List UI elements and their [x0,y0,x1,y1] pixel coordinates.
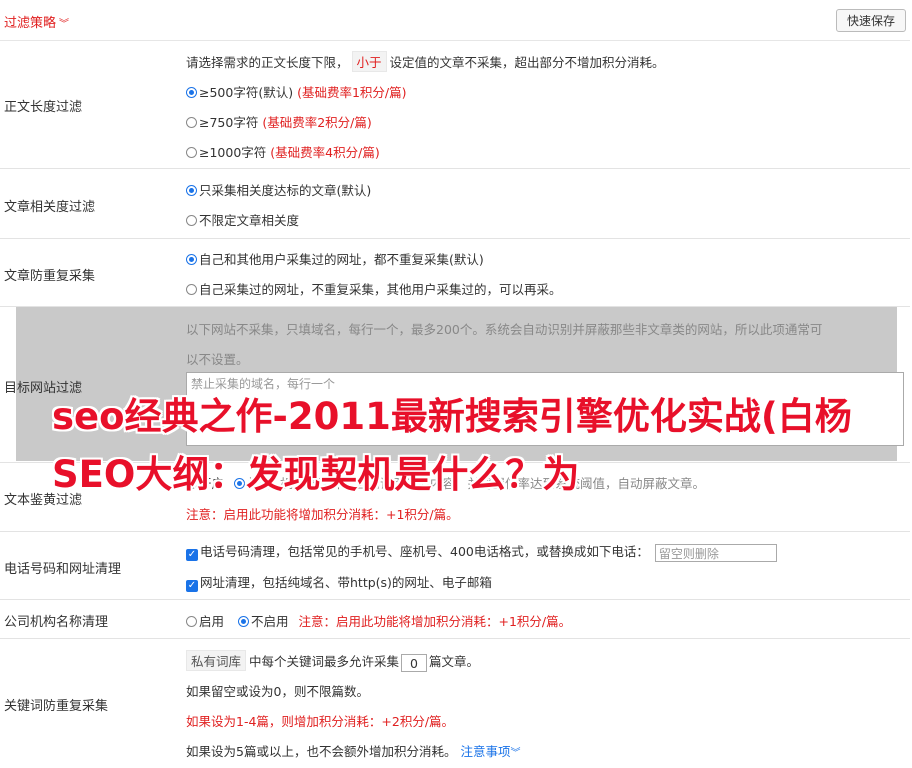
org-clean-label: 公司机构名称清理 [4,615,109,630]
option-1000-label: ≥1000字符 [199,145,267,160]
length-desc-post: 设定值的文章不采集，超出部分不增加积分消耗。 [389,55,665,70]
radio-text-check-on[interactable] [186,478,197,489]
url-clean-checkbox[interactable]: ✓ [186,580,198,592]
radio-org-clean-off[interactable] [238,616,249,627]
chevron-down-icon: ︾ [510,748,521,759]
dedupe-self-label: 自己采集过的网址，不重复采集，其他用户采集过的，可以再采。 [199,282,562,297]
replacement-phone-input[interactable]: 留空则删除 [654,543,777,562]
keyword-dedupe-line2: 如果留空或设为0，则不限篇数。 [186,684,369,699]
dedupe-all-label: 自己和其他用户采集过的网址，都不重复采集(默认) [199,252,484,267]
text-check-desc: 机器学习算法自动识别色情内容，并将置信率达到系统阈值，自动屏蔽文章。 [280,476,706,491]
option-500-note: (基础费率1积分/篇) [297,85,407,100]
dedupe-option-all[interactable]: 自己和其他用户采集过的网址，都不重复采集(默认) [186,249,484,268]
url-clean-desc: 网址清理，包括纯域名、带http(s)的网址、电子邮箱 [200,575,492,590]
max-articles-input[interactable]: 0 [401,653,428,672]
keyword-dedupe-line4: 如果设为5篇或以上，也不会额外增加积分消耗。 注意事项︾ [186,741,520,760]
phone-clean-row: 电话号码和网址清理 ✓ 电话号码清理，包括常见的手机号、座机号、400电话格式，或… [0,532,910,600]
phone-clean-checkbox[interactable]: ✓ [186,549,198,561]
radio-relevance-only[interactable] [186,185,197,196]
length-option-1000[interactable]: ≥1000字符 (基础费率4积分/篇) [186,142,380,161]
dedupe-option-self[interactable]: 自己采集过的网址，不重复采集，其他用户采集过的，可以再采。 [186,279,562,298]
radio-500[interactable] [186,87,197,98]
radio-relevance-any[interactable] [186,215,197,226]
text-check-options: 开启 关闭 机器学习算法自动识别色情内容，并将置信率达到系统阈值，自动屏蔽文章。 [186,473,705,492]
text-check-label: 文本鉴黄过滤 [4,493,83,508]
radio-dedupe-all[interactable] [186,254,197,265]
less-than-tag: 小于 [351,51,387,72]
blocked-domains-textarea[interactable]: 禁止采集的域名，每行一个 [186,372,904,446]
org-clean-off-label: 不启用 [251,614,289,629]
radio-750[interactable] [186,117,197,128]
text-check-row: 文本鉴黄过滤 开启 关闭 机器学习算法自动识别色情内容，并将置信率达到系统阈值，… [0,463,910,532]
phone-clean-desc: 电话号码清理，包括常见的手机号、座机号、400电话格式，或替换成如下电话： [200,544,649,559]
length-filter-desc: 请选择需求的正文长度下限， 小于 设定值的文章不采集，超出部分不增加积分消耗。 [186,51,665,72]
notice-link-label: 注意事项 [460,744,511,759]
phone-clean-option: ✓ 电话号码清理，包括常见的手机号、座机号、400电话格式，或替换成如下电话： 留空… [186,541,777,562]
dedupe-label: 文章防重复采集 [4,269,96,284]
url-clean-option: ✓ 网址清理，包括纯域名、带http(s)的网址、电子邮箱 [186,572,492,592]
radio-text-check-off[interactable] [234,478,245,489]
relevance-any-label: 不限定文章相关度 [199,213,300,228]
org-clean-on-label: 启用 [199,614,225,629]
text-check-on-label: 开启 [199,476,225,491]
option-1000-note: (基础费率4积分/篇) [270,145,380,160]
relevance-option-only[interactable]: 只采集相关度达标的文章(默认) [186,180,371,199]
filter-strategy-toggle[interactable]: 过滤策略 ︾ [4,12,69,31]
target-site-desc-2: 以不设置。 [186,352,249,367]
chevron-down-icon: ︾ [59,19,70,30]
quick-save-button[interactable]: 快速保存 [836,9,906,32]
filter-strategy-label: 过滤策略 [4,16,57,31]
length-option-750[interactable]: ≥750字符 (基础费率2积分/篇) [186,112,372,131]
target-site-label: 目标网站过滤 [4,381,83,396]
length-desc-pre: 请选择需求的正文长度下限， [186,55,349,70]
relevance-filter-label: 文章相关度过滤 [4,200,96,215]
phone-clean-label: 电话号码和网址清理 [4,562,122,577]
target-site-desc-1: 以下网站不采集，只填域名，每行一个，最多200个。系统会自动识别并屏蔽那些非文章… [186,322,823,337]
length-filter-row: 正文长度过滤 请选择需求的正文长度下限， 小于 设定值的文章不采集，超出部分不增加积… [0,40,910,169]
keyword-desc-pre: 中每个关键词最多允许采集 [249,654,400,669]
private-lexicon-tag[interactable]: 私有词库 [186,650,247,671]
radio-1000[interactable] [186,147,197,158]
text-check-off-label: 关闭 [247,476,273,491]
keyword-dedupe-label: 关键词防重复采集 [4,699,109,714]
keyword-line4-text: 如果设为5篇或以上，也不会额外增加积分消耗。 [186,744,457,759]
length-filter-label: 正文长度过滤 [4,100,83,115]
keyword-dedupe-row: 关键词防重复采集 私有词库 中每个关键词最多允许采集 0 篇文章。 如果留空或设为0，… [0,639,910,768]
dedupe-row: 文章防重复采集 自己和其他用户采集过的网址，都不重复采集(默认) 自己采集过的网… [0,239,910,307]
org-clean-options: 启用 不启用 注意：启用此功能将增加积分消耗：+1积分/篇。 [186,611,571,630]
notice-link[interactable]: 注意事项︾ [460,744,520,759]
org-clean-note: 注意：启用此功能将增加积分消耗：+1积分/篇。 [298,614,572,629]
radio-dedupe-self[interactable] [186,284,197,295]
relevance-filter-row: 文章相关度过滤 只采集相关度达标的文章(默认) 不限定文章相关度 [0,169,910,239]
radio-org-clean-on[interactable] [186,616,197,627]
keyword-dedupe-line1: 私有词库 中每个关键词最多允许采集 0 篇文章。 [186,650,479,672]
org-clean-row: 公司机构名称清理 启用 不启用 注意：启用此功能将增加积分消耗：+1积分/篇。 [0,600,910,639]
length-option-500[interactable]: ≥500字符(默认) (基础费率1积分/篇) [186,82,407,101]
relevance-option-any[interactable]: 不限定文章相关度 [186,210,299,229]
keyword-desc-post: 篇文章。 [429,654,480,669]
relevance-only-label: 只采集相关度达标的文章(默认) [199,183,372,198]
filter-header: 过滤策略 ︾ 快速保存 [0,0,910,41]
option-500-label: ≥500字符(默认) [199,85,294,100]
keyword-dedupe-line3: 如果设为1-4篇，则增加积分消耗：+2积分/篇。 [186,714,455,729]
option-750-label: ≥750字符 [199,115,259,130]
option-750-note: (基础费率2积分/篇) [262,115,372,130]
text-check-note: 注意：启用此功能将增加积分消耗：+1积分/篇。 [186,507,459,522]
